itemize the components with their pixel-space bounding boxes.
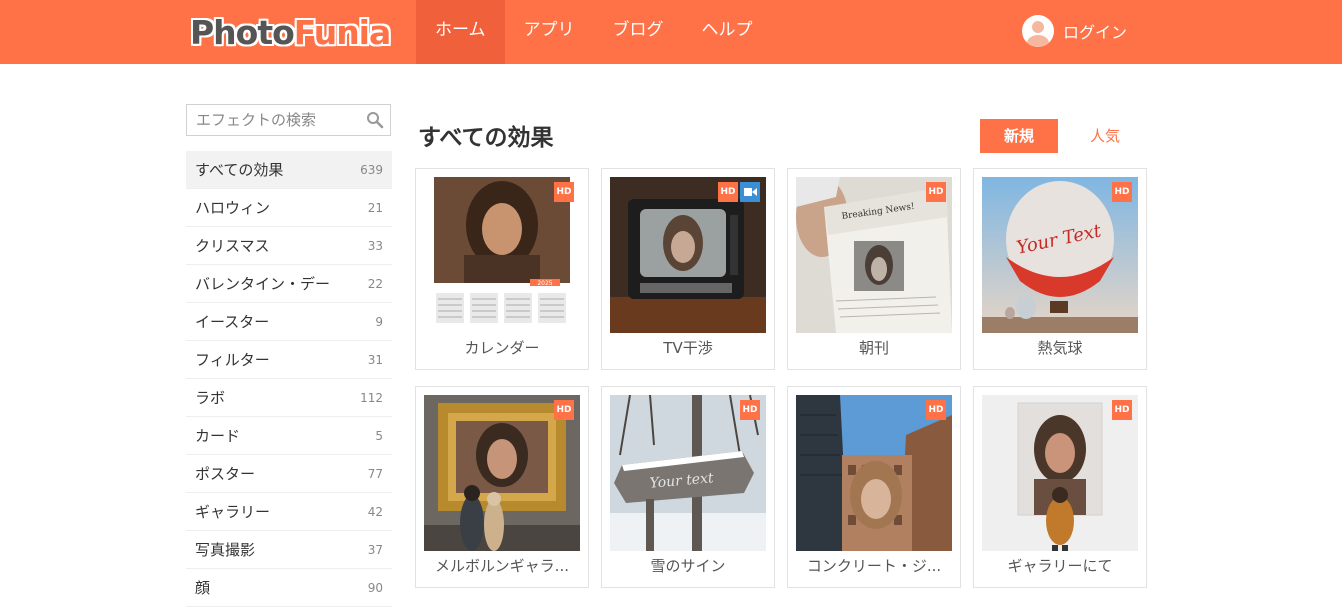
effect-card-melbourne-gallery[interactable]: HD メルボルンギャラ... (415, 386, 589, 588)
category-galleries[interactable]: ギャラリー 42 (186, 493, 392, 531)
category-label: ギャラリー (195, 503, 271, 521)
category-lab[interactable]: ラボ 112 (186, 379, 392, 417)
photofunia-logo[interactable]: Photo Funia (190, 10, 391, 54)
nav-apps[interactable]: アプリ (505, 0, 594, 64)
login-button[interactable]: ログイン (1022, 14, 1127, 48)
effect-search (186, 104, 391, 136)
hd-badge: HD (1112, 400, 1132, 420)
category-count: 90 (367, 580, 383, 595)
calendar-year-label: 2025 (537, 280, 552, 287)
category-faces[interactable]: 顔 90 (186, 569, 392, 607)
category-halloween[interactable]: ハロウィン 21 (186, 189, 392, 227)
category-count: 112 (360, 390, 383, 405)
hd-badge: HD (926, 182, 946, 202)
effect-label: 朝刊 (858, 339, 889, 357)
category-photography[interactable]: 写真撮影 37 (186, 531, 392, 569)
category-all-effects[interactable]: すべての効果 639 (186, 151, 392, 189)
category-label: 顔 (195, 579, 211, 597)
effect-label: 雪のサイン (650, 557, 726, 575)
top-header: Photo Funia ホーム アプリ ブログ ヘルプ ログイン (0, 0, 1342, 64)
category-label: イースター (195, 313, 270, 331)
nav-help[interactable]: ヘルプ (683, 0, 772, 64)
category-easter[interactable]: イースター 9 (186, 303, 392, 341)
hd-badge: HD (554, 182, 574, 202)
category-count: 31 (367, 352, 383, 367)
sort-popular-button[interactable]: 人気 (1076, 119, 1134, 153)
category-christmas[interactable]: クリスマス 33 (186, 227, 392, 265)
hd-badge: HD (554, 400, 574, 420)
login-label: ログイン (1063, 23, 1128, 42)
category-count: 21 (367, 200, 383, 215)
effect-label: メルボルンギャラ... (434, 557, 569, 575)
category-count: 33 (367, 238, 383, 253)
category-posters[interactable]: ポスター 77 (186, 455, 392, 493)
nav-home[interactable]: ホーム (416, 0, 505, 64)
hd-badge: HD (740, 400, 760, 420)
effect-label: 熱気球 (1037, 339, 1083, 357)
category-filters[interactable]: フィルター 31 (186, 341, 392, 379)
category-label: ハロウィン (195, 199, 271, 217)
search-input[interactable] (187, 105, 357, 135)
effect-label: ギャラリーにて (1007, 557, 1113, 575)
category-label: ポスター (195, 465, 256, 483)
effect-card-calendar[interactable]: 2025 HD カレンダー (415, 168, 589, 370)
effect-label: カレンダー (464, 339, 540, 357)
effect-card-snow-sign[interactable]: Your text HD 雪のサイン (601, 386, 775, 588)
category-label: バレンタイン・デー (195, 275, 331, 293)
logo-text-photo: Photo (190, 12, 295, 52)
category-count: 77 (367, 466, 383, 481)
category-count: 42 (367, 504, 383, 519)
category-label: カード (195, 427, 241, 445)
category-label: すべての効果 (195, 161, 284, 179)
category-label: フィルター (195, 351, 270, 369)
effect-label: コンクリート・ジ... (806, 557, 942, 575)
effect-card-at-the-gallery[interactable]: HD ギャラリーにて (973, 386, 1147, 588)
category-label: ラボ (195, 389, 226, 407)
effect-card-tv-interference[interactable]: HD TV干渉 (601, 168, 775, 370)
category-count: 22 (367, 276, 383, 291)
category-count: 639 (360, 162, 383, 177)
hd-badge: HD (1112, 182, 1132, 202)
page-title: すべての効果 (418, 125, 554, 151)
category-count: 9 (375, 314, 383, 329)
category-count: 37 (367, 542, 383, 557)
hd-badge: HD (926, 400, 946, 420)
category-list: すべての効果 639 ハロウィン 21 クリスマス 33 バレンタイン・デー 22 イー… (186, 151, 392, 607)
category-cards[interactable]: カード 5 (186, 417, 392, 455)
category-label: クリスマス (195, 237, 270, 255)
effect-card-morning-paper[interactable]: Breaking News! HD 朝刊 (787, 168, 961, 370)
video-camera-icon (740, 182, 760, 202)
sort-new-button[interactable]: 新規 (980, 119, 1058, 153)
hd-badge: HD (718, 182, 738, 202)
category-count: 5 (375, 428, 383, 443)
search-icon[interactable] (366, 111, 384, 129)
logo-text-funia: Funia (293, 12, 391, 52)
nav-blog[interactable]: ブログ (594, 0, 683, 64)
effect-card-hot-air-balloon[interactable]: Your Text HD 熱気球 (973, 168, 1147, 370)
category-valentines-day[interactable]: バレンタイン・デー 22 (186, 265, 392, 303)
effect-card-concrete-jungle[interactable]: HD コンクリート・ジ... (787, 386, 961, 588)
category-label: 写真撮影 (195, 541, 256, 559)
user-avatar-icon (1022, 15, 1054, 47)
main-nav: ホーム アプリ ブログ ヘルプ (416, 0, 772, 64)
effect-label: TV干渉 (663, 339, 713, 357)
